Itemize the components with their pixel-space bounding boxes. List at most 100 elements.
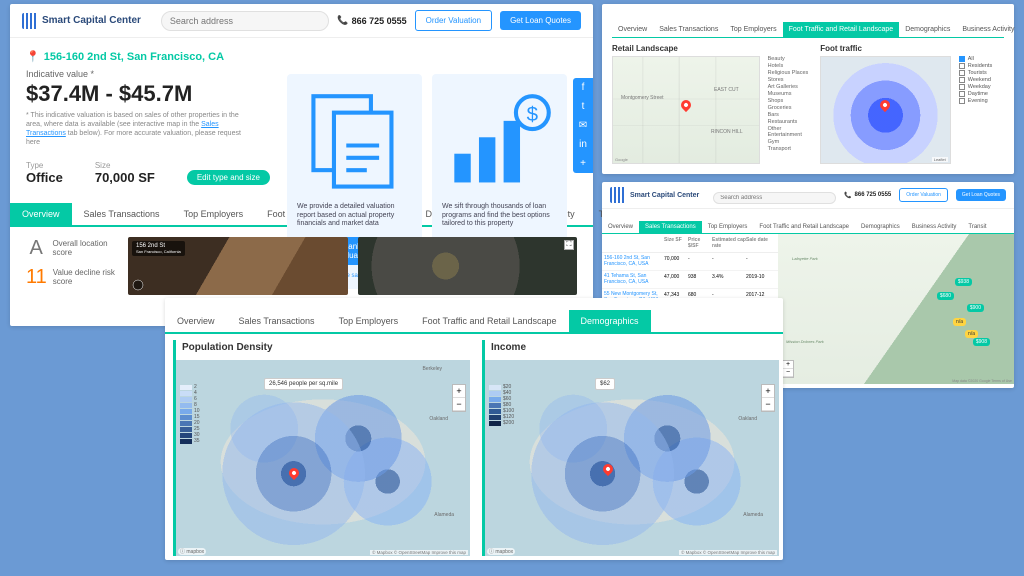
retail-category[interactable]: Art Galleries xyxy=(768,84,815,90)
retail-map[interactable]: Montgomery Street EAST CUT RINCON HILL G… xyxy=(612,56,760,164)
foot-filter[interactable]: All xyxy=(959,56,1004,62)
zoom-in-button[interactable]: + xyxy=(783,361,793,369)
price-marker[interactable]: $680 xyxy=(937,292,954,300)
foot-filter[interactable]: Daytime xyxy=(959,91,1004,97)
tab-c-transit[interactable]: Transit xyxy=(962,221,992,233)
order-valuation-button[interactable]: Order Valuation xyxy=(415,10,492,31)
linkedin-icon[interactable]: in xyxy=(573,135,593,154)
income-legend: $20$40$60$80$100$120$200 xyxy=(489,384,514,426)
city-label: Oakland xyxy=(738,416,757,422)
streetview-thumb[interactable]: 156 2nd StSan Francisco, California xyxy=(128,237,348,295)
price-marker-na[interactable]: n/a xyxy=(953,318,966,326)
pop-density-col: Population Density Berkeley Oakland Alam… xyxy=(173,340,470,556)
pop-density-map[interactable]: Berkeley Oakland Alameda 26,546 people p… xyxy=(176,360,470,556)
brand-logo-c[interactable]: Smart Capital Center xyxy=(610,187,699,203)
retail-category[interactable]: Shops xyxy=(768,98,815,104)
tab-overview[interactable]: Overview xyxy=(10,203,72,225)
share-icon[interactable]: + xyxy=(573,154,593,173)
foot-traffic-map[interactable]: Leaflet xyxy=(820,56,951,164)
tab-d-employers[interactable]: Top Employers xyxy=(327,310,411,332)
foot-filter[interactable]: Weekday xyxy=(959,84,1004,90)
property-body: 📍156-160 2nd St, San Francisco, CA Indic… xyxy=(10,38,593,191)
zoom-out-button[interactable]: − xyxy=(783,369,793,377)
phone-c[interactable]: 📞 866 725 0555 xyxy=(844,192,891,199)
price-marker[interactable]: $900 xyxy=(967,304,984,312)
search-input[interactable] xyxy=(161,11,329,31)
tabs-b: Overview Sales Transactions Top Employer… xyxy=(612,22,1004,38)
income-map[interactable]: Oakland Alameda $62 $20$40$60$80$100$120… xyxy=(485,360,779,556)
tab-d-demographics[interactable]: Demographics xyxy=(569,310,651,332)
order-valuation-c[interactable]: Order Valuation xyxy=(899,188,948,202)
legend-swatch: 35 xyxy=(180,438,200,444)
tab-b-overview[interactable]: Overview xyxy=(612,22,653,37)
checkbox-icon xyxy=(959,70,965,76)
map-zoom: + − xyxy=(782,360,794,378)
retail-category[interactable]: Restaurants xyxy=(768,119,815,125)
density-legend: 2468101520253035 xyxy=(180,384,200,444)
facebook-icon[interactable]: f xyxy=(573,78,593,97)
twitter-icon[interactable]: t xyxy=(573,97,593,116)
decline-score-row: 11 Value decline risk score xyxy=(26,266,118,289)
sales-row[interactable]: 156-160 2nd St, San Francisco, CA, USA70… xyxy=(602,253,778,271)
retail-category[interactable]: Other Entertainment xyxy=(768,126,815,138)
tab-b-demographics[interactable]: Demographics xyxy=(899,22,956,37)
tab-c-overview[interactable]: Overview xyxy=(602,221,639,233)
foot-filter[interactable]: Weekend xyxy=(959,77,1004,83)
zoom-out-button[interactable]: − xyxy=(453,398,465,411)
tab-b-transit[interactable]: Transit xyxy=(1020,22,1024,37)
property-panel: Smart Capital Center 📞 866 725 0555 Orde… xyxy=(10,4,593,326)
price-marker[interactable]: $938 xyxy=(955,278,972,286)
zoom-in-button[interactable]: + xyxy=(762,385,774,398)
tab-c-employers[interactable]: Top Employers xyxy=(702,221,754,233)
sales-row[interactable]: 41 Tehama St, San Francisco, CA, USA47,0… xyxy=(602,271,778,289)
tab-b-employers[interactable]: Top Employers xyxy=(724,22,782,37)
retail-category[interactable]: Religious Places xyxy=(768,70,815,76)
phone-number[interactable]: 📞 866 725 0555 xyxy=(337,15,406,26)
get-loan-quotes-c[interactable]: Get Loan Quotes xyxy=(956,189,1006,201)
property-type: Office xyxy=(26,170,63,185)
tab-b-foot-retail[interactable]: Foot Traffic and Retail Landscape xyxy=(783,22,900,37)
zoom-in-button[interactable]: + xyxy=(453,385,465,398)
brand-logo[interactable]: Smart Capital Center xyxy=(22,13,141,29)
foot-filter[interactable]: Residents xyxy=(959,63,1004,69)
property-address[interactable]: 📍156-160 2nd St, San Francisco, CA xyxy=(26,50,577,63)
price-marker-na[interactable]: n/a xyxy=(965,330,978,338)
retail-category[interactable]: Groceries xyxy=(768,105,815,111)
retail-category[interactable]: Transport xyxy=(768,146,815,152)
email-icon[interactable]: ✉ xyxy=(573,116,593,135)
retail-category[interactable]: Hotels xyxy=(768,63,815,69)
price-marker[interactable]: $908 xyxy=(973,338,990,346)
retail-category[interactable]: Gym xyxy=(768,139,815,145)
tab-d-foot-retail[interactable]: Foot Traffic and Retail Landscape xyxy=(410,310,568,332)
tab-c-foot-retail[interactable]: Foot Traffic and Retail Landscape xyxy=(753,221,855,233)
zoom-out-button[interactable]: − xyxy=(762,398,774,411)
retail-category[interactable]: Museums xyxy=(768,91,815,97)
map-attribution: © Mapbox © OpenStreetMap Improve this ma… xyxy=(679,550,777,555)
tab-d-overview[interactable]: Overview xyxy=(165,310,227,332)
retail-category[interactable]: Bars xyxy=(768,112,815,118)
retail-category[interactable]: Beauty xyxy=(768,56,815,62)
foot-filter[interactable]: Tourists xyxy=(959,70,1004,76)
tab-employers[interactable]: Top Employers xyxy=(172,203,256,225)
sales-map[interactable]: Lafayette Park Mission Dolores Park $938… xyxy=(778,234,1014,384)
checkbox-icon xyxy=(959,77,965,83)
foot-filter[interactable]: Evening xyxy=(959,98,1004,104)
tab-c-demographics[interactable]: Demographics xyxy=(855,221,906,233)
fullscreen-icon[interactable]: ⛶ xyxy=(564,240,574,250)
map-zoom-d1: + − xyxy=(452,384,466,412)
streetview-address-tag: 156 2nd StSan Francisco, California xyxy=(132,241,185,256)
tab-b-business[interactable]: Business Activity xyxy=(956,22,1020,37)
tab-sales[interactable]: Sales Transactions xyxy=(72,203,172,225)
foot-pin-icon xyxy=(878,98,892,112)
retail-category[interactable]: Stores xyxy=(768,77,815,83)
satellite-thumb[interactable]: ⛶ xyxy=(358,237,578,295)
edit-type-size-button[interactable]: Edit type and size xyxy=(187,170,270,185)
search-input-c[interactable] xyxy=(713,192,836,204)
city-label: Berkeley xyxy=(423,366,442,372)
get-loan-quotes-button[interactable]: Get Loan Quotes xyxy=(500,11,581,30)
tab-c-sales[interactable]: Sales Transactions xyxy=(639,221,702,233)
tab-c-business[interactable]: Business Activity xyxy=(906,221,963,233)
tab-d-sales[interactable]: Sales Transactions xyxy=(227,310,327,332)
tab-b-sales[interactable]: Sales Transactions xyxy=(653,22,724,37)
overall-score: A xyxy=(26,237,46,260)
